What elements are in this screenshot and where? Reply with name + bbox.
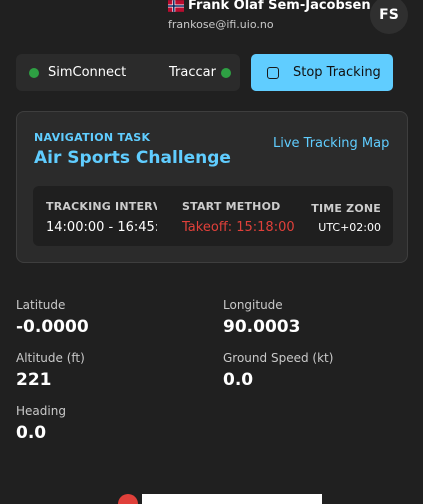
time-zone-column: TIME ZONE UTC+02:00 [311, 186, 393, 246]
tracking-interval-label: TRACKING INTERVAL [46, 200, 157, 213]
tracking-interval-column: TRACKING INTERVAL 14:00:00 - 16:45:00 [33, 186, 157, 246]
live-tracking-map-link[interactable]: Live Tracking Map [273, 136, 389, 151]
section-label: NAVIGATION TASK [34, 131, 151, 144]
norway-flag-icon [168, 0, 184, 12]
user-email: frankose@ifi.uio.no [168, 18, 274, 31]
altitude-label: Altitude (ft) [16, 351, 85, 365]
checkbox-icon [267, 66, 279, 79]
simconnect-status-icon [29, 68, 39, 78]
start-method-column: START METHOD Takeoff: 15:18:00 [182, 186, 322, 246]
time-zone-label: TIME ZONE [311, 202, 381, 215]
latitude-value: -0.0000 [16, 317, 89, 337]
task-title: Air Sports Challenge [34, 148, 231, 168]
connection-status-panel: SimConnect Traccar [16, 54, 240, 91]
stop-tracking-button[interactable]: Stop Tracking [251, 54, 393, 91]
tracking-interval-value: 14:00:00 - 16:45:00 [46, 220, 157, 235]
longitude-label: Longitude [223, 298, 283, 312]
navigation-task-card: NAVIGATION TASK Air Sports Challenge Liv… [16, 111, 408, 263]
simconnect-label: SimConnect [48, 65, 127, 80]
longitude-value: 90.0003 [223, 317, 301, 337]
start-method-value: Takeoff: 15:18:00 [182, 220, 295, 235]
traccar-label: Traccar [169, 65, 216, 80]
heading-label: Heading [16, 404, 66, 418]
header: Frank Olaf Sem-Jacobsen frankose@ifi.uio… [0, 0, 423, 40]
user-name: Frank Olaf Sem-Jacobsen [188, 0, 371, 13]
avatar[interactable]: FS [370, 0, 408, 34]
ground-speed-label: Ground Speed (kt) [223, 351, 334, 365]
traccar-status-icon [221, 68, 231, 78]
air-sports-logo [118, 494, 322, 504]
latitude-label: Latitude [16, 298, 66, 312]
altitude-value: 221 [16, 370, 52, 390]
task-info-box: TRACKING INTERVAL 14:00:00 - 16:45:00 ST… [33, 186, 393, 246]
start-method-label: START METHOD [182, 200, 281, 213]
ground-speed-value: 0.0 [223, 370, 254, 390]
stop-tracking-label: Stop Tracking [293, 65, 381, 80]
time-zone-value: UTC+02:00 [318, 221, 381, 234]
heading-value: 0.0 [16, 423, 47, 443]
